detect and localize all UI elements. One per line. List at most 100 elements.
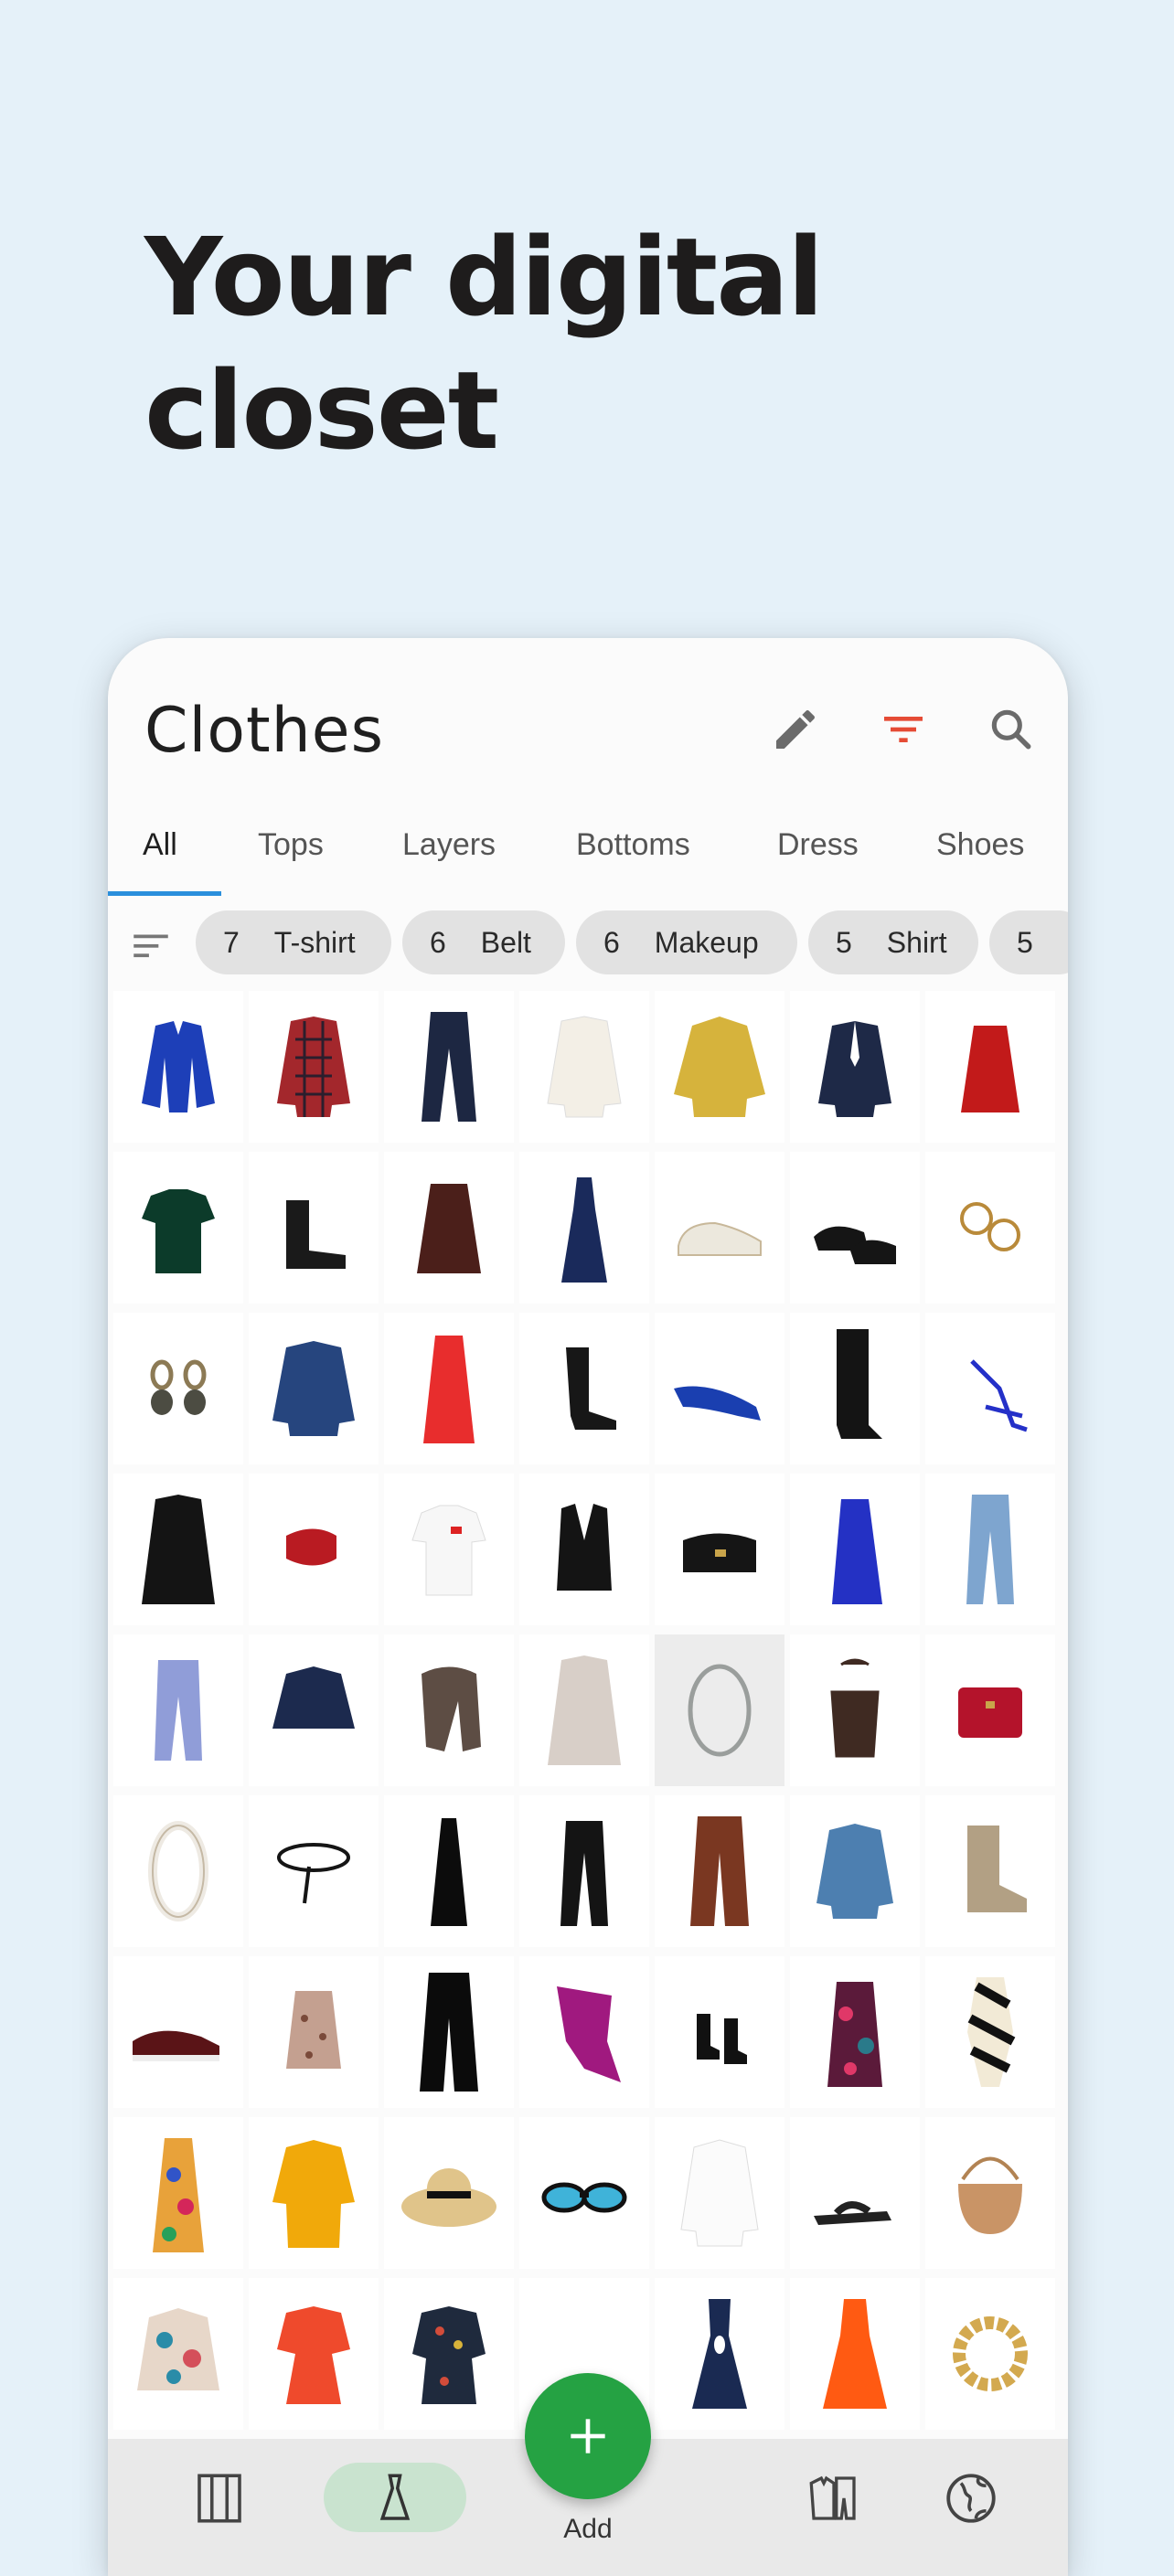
item-tan-cowboy-boots[interactable]: [925, 1795, 1055, 1947]
item-embroidered-dress[interactable]: [384, 2278, 514, 2430]
item-gold-hoop-earrings[interactable]: [925, 1152, 1055, 1304]
item-straw-hat[interactable]: [384, 2117, 514, 2269]
item-floral-top[interactable]: [249, 1956, 379, 2108]
item-blue-strappy-sandals[interactable]: [925, 1313, 1055, 1464]
item-image: [818, 1021, 891, 1117]
tab-all[interactable]: All: [143, 827, 177, 863]
tab-tops[interactable]: Tops: [258, 827, 324, 863]
filter-icon[interactable]: [878, 704, 929, 755]
item-denim-shirt[interactable]: [249, 1313, 379, 1464]
item-orange-dress[interactable]: [790, 2278, 920, 2430]
sort-icon[interactable]: [128, 923, 174, 969]
item-blue-pumps[interactable]: [655, 1313, 784, 1464]
item-blue-wrap-dress[interactable]: [790, 1474, 920, 1625]
item-black-knee-boots[interactable]: [790, 1313, 920, 1464]
item-brown-skirt[interactable]: [384, 1152, 514, 1304]
item-brown-wide-trousers[interactable]: [655, 1795, 784, 1947]
item-white-tshirt[interactable]: [384, 1474, 514, 1625]
item-white-sneakers[interactable]: [655, 1152, 784, 1304]
item-light-jeans[interactable]: [925, 1474, 1055, 1625]
item-mustard-shirt-dress[interactable]: [249, 2117, 379, 2269]
item-lavender-joggers[interactable]: [113, 1634, 243, 1786]
item-image: [674, 1386, 761, 1421]
item-silver-necklace[interactable]: [655, 1634, 784, 1786]
item-navy-blazer[interactable]: [790, 991, 920, 1143]
item-black-trousers[interactable]: [519, 1795, 649, 1947]
item-striped-swimsuit[interactable]: [925, 1956, 1055, 2108]
dress-icon[interactable]: [340, 2457, 450, 2539]
chip-count: 6: [603, 925, 620, 959]
item-black-thin-belt[interactable]: [249, 1795, 379, 1947]
chip-belt[interactable]: 6 Belt: [402, 910, 565, 974]
tab-indicator: [108, 891, 221, 896]
chip-tshirt[interactable]: 7 T-shirt: [196, 910, 391, 974]
item-brown-bucket-bag[interactable]: [790, 1634, 920, 1786]
item-blue-cardigan[interactable]: [113, 991, 243, 1143]
item-brown-scarf[interactable]: [384, 1634, 514, 1786]
item-navy-trousers[interactable]: [384, 991, 514, 1143]
item-navy-slip-dress[interactable]: [519, 1152, 649, 1304]
wardrobe-icon[interactable]: [165, 2457, 274, 2539]
item-black-heeled-boots[interactable]: [519, 1313, 649, 1464]
item-red-midi-skirt[interactable]: [384, 1313, 514, 1464]
item-floral-dress[interactable]: [790, 1956, 920, 2108]
chip-more[interactable]: 5: [989, 910, 1068, 974]
item-magenta-top[interactable]: [519, 1956, 649, 2108]
item-black-chelsea-boots[interactable]: [655, 1956, 784, 2108]
add-button[interactable]: [525, 2373, 651, 2499]
item-chain-earrings[interactable]: [113, 1313, 243, 1464]
item-image: [423, 1336, 475, 1443]
item-beige-coat[interactable]: [519, 1634, 649, 1786]
item-image: [958, 1687, 1022, 1738]
item-sunglasses[interactable]: [519, 2117, 649, 2269]
item-navy-jacket[interactable]: [249, 1634, 379, 1786]
item-yellow-shirt[interactable]: [655, 991, 784, 1143]
item-image: [422, 1012, 476, 1122]
tab-layers[interactable]: Layers: [402, 827, 496, 863]
item-wicker-bag[interactable]: [925, 2117, 1055, 2269]
tab-dress[interactable]: Dress: [777, 827, 859, 863]
outfits-icon[interactable]: [779, 2457, 889, 2539]
item-black-sandals[interactable]: [790, 2117, 920, 2269]
item-print-maxi-dress[interactable]: [113, 2117, 243, 2269]
item-plaid-shirt[interactable]: [249, 991, 379, 1143]
item-white-shirt[interactable]: [655, 2117, 784, 2269]
item-black-ankle-boots[interactable]: [249, 1152, 379, 1304]
search-icon[interactable]: [986, 704, 1037, 755]
globe-icon[interactable]: [916, 2457, 1026, 2539]
chip-makeup[interactable]: 6 Makeup: [576, 910, 797, 974]
tab-shoes[interactable]: Shoes: [936, 827, 1024, 863]
item-red-bag[interactable]: [925, 1634, 1055, 1786]
item-red-skirt[interactable]: [925, 991, 1055, 1143]
item-white-blouse[interactable]: [519, 991, 649, 1143]
item-gold-chain-bracelet[interactable]: [925, 2278, 1055, 2430]
item-print-blouse[interactable]: [113, 2278, 243, 2430]
item-image: [150, 1359, 207, 1415]
plus-icon: [571, 2419, 605, 2454]
item-image: [412, 2306, 486, 2404]
item-black-slip-dress[interactable]: [384, 1795, 514, 1947]
item-black-coat[interactable]: [113, 1474, 243, 1625]
item-burgundy-loafers[interactable]: [113, 1956, 243, 2108]
item-navy-cutout-dress[interactable]: [655, 2278, 784, 2430]
item-image: [961, 1026, 1019, 1112]
item-coral-dress[interactable]: [249, 2278, 379, 2430]
item-image: [557, 1986, 621, 2082]
item-black-wide-pants[interactable]: [384, 1956, 514, 2108]
item-image: [142, 1189, 215, 1273]
item-green-tshirt[interactable]: [113, 1152, 243, 1304]
item-black-loafers[interactable]: [790, 1152, 920, 1304]
chip-count: 5: [836, 925, 852, 959]
chip-shirt[interactable]: 5 Shirt: [808, 910, 978, 974]
subcategory-chips: 7 T-shirt 6 Belt 6 Makeup 5 Shirt 5: [108, 903, 1068, 985]
item-image: [697, 2014, 747, 2064]
item-black-vest[interactable]: [519, 1474, 649, 1625]
tab-bottoms[interactable]: Bottoms: [576, 827, 690, 863]
pencil-icon[interactable]: [770, 704, 821, 755]
item-black-bag[interactable]: [655, 1474, 784, 1625]
item-denim-shirt-2[interactable]: [790, 1795, 920, 1947]
item-image: [566, 1347, 616, 1430]
item-pearl-necklace[interactable]: [113, 1795, 243, 1947]
item-red-belt[interactable]: [249, 1474, 379, 1625]
item-image: [967, 1826, 1027, 1912]
